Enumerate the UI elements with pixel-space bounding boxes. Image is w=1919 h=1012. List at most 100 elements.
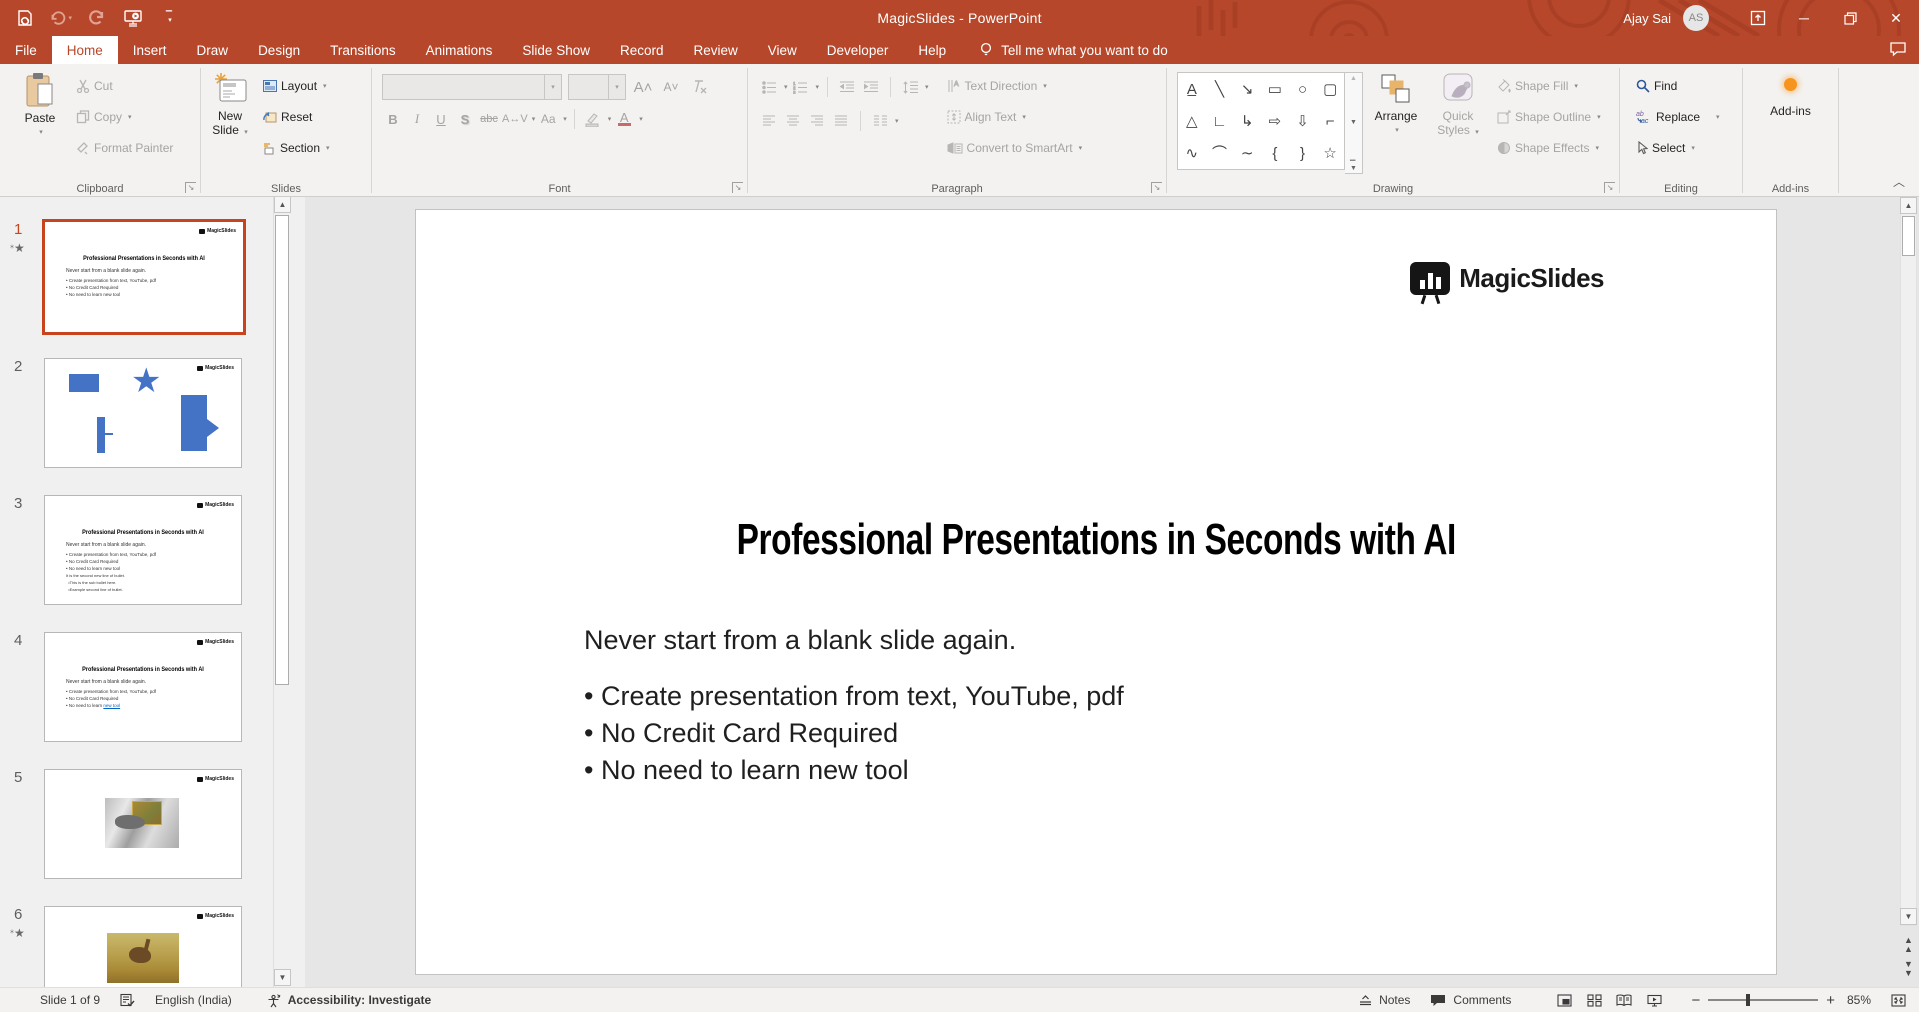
minimize-button[interactable]: ─ bbox=[1781, 0, 1827, 36]
close-button[interactable]: ✕ bbox=[1873, 0, 1919, 36]
tab-view[interactable]: View bbox=[753, 36, 812, 64]
replace-button[interactable]: ab ac Replace ▾ bbox=[1632, 105, 1742, 129]
bold-button[interactable]: B bbox=[382, 108, 404, 130]
thumbnail-scroll-thumb[interactable] bbox=[275, 215, 289, 685]
slide-lead-text[interactable]: Never start from a blank slide again. bbox=[584, 625, 1016, 656]
convert-to-smartart-button[interactable]: Convert to SmartArt ▾ bbox=[943, 136, 1087, 160]
oval-icon[interactable]: ○ bbox=[1298, 82, 1307, 97]
reset-button[interactable]: Reset bbox=[259, 105, 334, 129]
tab-home[interactable]: Home bbox=[51, 36, 118, 64]
section-button[interactable]: Section ▾ bbox=[259, 136, 334, 160]
columns-button[interactable] bbox=[869, 110, 891, 132]
slide-sorter-view-button[interactable] bbox=[1579, 988, 1609, 1012]
zoom-in-button[interactable]: + bbox=[1826, 992, 1835, 1009]
italic-button[interactable]: I bbox=[406, 108, 428, 130]
slide-3-thumbnail[interactable]: MagicSlides Professional Presentations in… bbox=[44, 495, 242, 605]
cut-button[interactable]: Cut bbox=[72, 74, 177, 98]
shape-gallery-scrollbar[interactable]: ▲ ▼ ▔ ▼ bbox=[1345, 72, 1363, 174]
slide-editor-canvas[interactable]: MagicSlides Professional Presentations i… bbox=[305, 196, 1919, 988]
new-slide-button[interactable]: New Slide ▾ bbox=[201, 64, 259, 172]
tab-record[interactable]: Record bbox=[605, 36, 679, 64]
layout-button[interactable]: Layout ▾ bbox=[259, 74, 334, 98]
align-left-button[interactable] bbox=[758, 110, 780, 132]
increase-font-size-button[interactable]: A˄ bbox=[632, 76, 654, 98]
ribbon-display-options-icon[interactable] bbox=[1735, 0, 1781, 36]
increase-indent-button[interactable] bbox=[860, 76, 882, 98]
next-slide-button[interactable]: ▼ ▼ bbox=[1902, 960, 1915, 978]
freeform-icon[interactable]: ⌐ bbox=[1326, 114, 1335, 129]
decrease-indent-button[interactable] bbox=[836, 76, 858, 98]
reading-view-button[interactable] bbox=[1609, 988, 1639, 1012]
collapse-ribbon-icon[interactable]: ︿ bbox=[1893, 173, 1905, 190]
notes-toggle[interactable]: Notes bbox=[1349, 988, 1420, 1012]
previous-slide-button[interactable]: ▲ ▲ bbox=[1902, 936, 1915, 954]
rectangle-icon[interactable]: ▭ bbox=[1268, 82, 1282, 97]
text-direction-button[interactable]: A Text Direction ▾ bbox=[943, 74, 1087, 98]
font-color-button[interactable]: A bbox=[613, 108, 635, 130]
thumbnail-scroll-up-icon[interactable]: ▲ bbox=[274, 196, 291, 213]
tab-developer[interactable]: Developer bbox=[812, 36, 904, 64]
elbow-connector-icon[interactable]: ∟ bbox=[1212, 114, 1227, 129]
tab-review[interactable]: Review bbox=[679, 36, 753, 64]
normal-view-button[interactable] bbox=[1549, 988, 1579, 1012]
find-button[interactable]: Find bbox=[1632, 74, 1742, 98]
gallery-more-icon[interactable]: ▔ ▼ bbox=[1350, 161, 1357, 172]
line-arrow-icon[interactable]: ↘ bbox=[1241, 82, 1254, 97]
format-painter-button[interactable]: Format Painter bbox=[72, 136, 177, 160]
canvas-scroll-thumb[interactable] bbox=[1902, 216, 1915, 256]
text-shadow-button[interactable]: S bbox=[454, 108, 476, 130]
font-size-combobox[interactable]: ▾ bbox=[568, 74, 626, 100]
curve-icon[interactable]: ∼ bbox=[1241, 146, 1254, 161]
underline-button[interactable]: U bbox=[430, 108, 452, 130]
shape-outline-button[interactable]: Shape Outline ▾ bbox=[1493, 105, 1605, 129]
copy-button[interactable]: Copy ▾ bbox=[72, 105, 177, 129]
align-center-button[interactable] bbox=[782, 110, 804, 132]
tell-me-box[interactable]: Tell me what you want to do bbox=[979, 36, 1168, 64]
clipboard-dialog-launcher-icon[interactable]: ↘ bbox=[185, 182, 196, 193]
slide-6-thumbnail[interactable]: MagicSlides bbox=[44, 906, 242, 988]
spell-check-icon[interactable] bbox=[110, 988, 145, 1012]
canvas-vertical-scrollbar[interactable]: ▲ ▼ ▲ ▲ ▼ ▼ bbox=[1900, 196, 1917, 988]
arrange-button[interactable]: Arrange ▾ bbox=[1363, 64, 1429, 172]
text-box-icon[interactable]: A̲ bbox=[1187, 82, 1197, 97]
tab-transitions[interactable]: Transitions bbox=[315, 36, 411, 64]
right-brace-icon[interactable]: } bbox=[1300, 146, 1305, 161]
language-indicator[interactable]: English (India) bbox=[145, 988, 242, 1012]
select-button[interactable]: Select ▾ bbox=[1632, 136, 1742, 160]
align-text-button[interactable]: Align Text ▾ bbox=[943, 105, 1087, 129]
quick-styles-button[interactable]: Quick Styles ▾ bbox=[1429, 64, 1487, 172]
slide-bullet-list[interactable]: • Create presentation from text, YouTube… bbox=[584, 678, 1124, 789]
font-name-combobox[interactable]: ▾ bbox=[382, 74, 562, 100]
left-brace-icon[interactable]: { bbox=[1272, 146, 1277, 161]
paragraph-dialog-launcher-icon[interactable]: ↘ bbox=[1151, 182, 1162, 193]
addins-button[interactable]: Add-ins bbox=[1743, 64, 1838, 172]
account-avatar[interactable]: AS bbox=[1683, 5, 1709, 31]
triangle-icon[interactable]: △ bbox=[1186, 114, 1198, 129]
drawing-dialog-launcher-icon[interactable]: ↘ bbox=[1604, 182, 1615, 193]
zoom-slider-thumb[interactable] bbox=[1746, 994, 1751, 1006]
justify-button[interactable] bbox=[830, 110, 852, 132]
rounded-rectangle-icon[interactable]: ▢ bbox=[1323, 82, 1337, 97]
strikethrough-button[interactable]: abc bbox=[478, 108, 500, 130]
zoom-level[interactable]: 85% bbox=[1835, 988, 1883, 1012]
down-arrow-icon[interactable]: ⇩ bbox=[1296, 114, 1309, 129]
tab-help[interactable]: Help bbox=[903, 36, 961, 64]
gallery-down-icon[interactable]: ▼ bbox=[1350, 119, 1357, 126]
tab-insert[interactable]: Insert bbox=[118, 36, 182, 64]
shape-effects-button[interactable]: Shape Effects ▾ bbox=[1493, 136, 1605, 160]
slide-1-thumbnail[interactable]: MagicSlides Professional Presentations in… bbox=[42, 219, 246, 335]
paste-button[interactable]: Paste ▾ bbox=[8, 64, 72, 172]
tab-design[interactable]: Design bbox=[243, 36, 315, 64]
restore-button[interactable] bbox=[1827, 0, 1873, 36]
tab-slide-show[interactable]: Slide Show bbox=[507, 36, 605, 64]
tab-animations[interactable]: Animations bbox=[411, 36, 508, 64]
shape-fill-button[interactable]: Shape Fill ▾ bbox=[1493, 74, 1605, 98]
align-right-button[interactable] bbox=[806, 110, 828, 132]
account-user-name[interactable]: Ajay Sai bbox=[1623, 11, 1671, 26]
line-icon[interactable]: ╲ bbox=[1215, 82, 1224, 97]
tab-file[interactable]: File bbox=[0, 36, 52, 64]
share-comment-icon[interactable] bbox=[1889, 41, 1907, 62]
star-icon[interactable]: ☆ bbox=[1323, 146, 1336, 161]
highlight-color-button[interactable] bbox=[582, 108, 604, 130]
slide-1-canvas[interactable]: MagicSlides Professional Presentations i… bbox=[415, 209, 1777, 975]
